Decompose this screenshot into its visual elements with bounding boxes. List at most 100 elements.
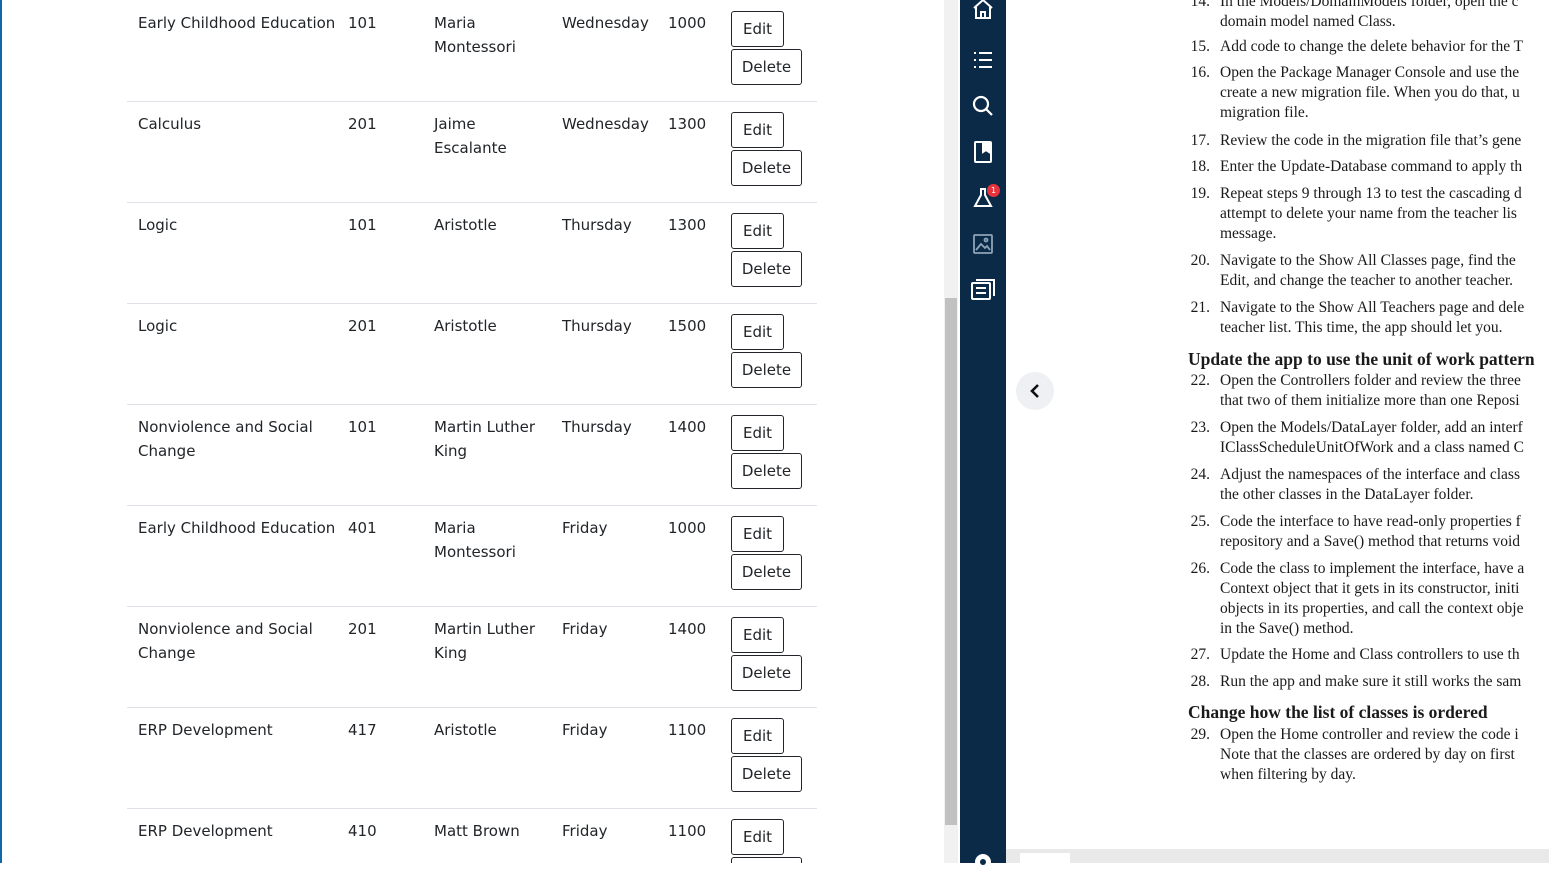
teacher-name-line: Martin Luther [434, 418, 536, 436]
bookmark-icon[interactable] [969, 138, 997, 166]
table-row: Calculus 201 Jaime Escalante Wednesday 1300 Ed… [127, 101, 817, 203]
class-name-line: Change [138, 442, 196, 460]
step-number: 29. [1190, 726, 1210, 743]
step-number: 18. [1190, 158, 1210, 175]
step-number: 26. [1190, 560, 1210, 577]
teacher-name: Martin Luther King [434, 617, 554, 665]
class-time: 1100 [668, 822, 707, 840]
table-row: ERP Development 417 Aristotle Friday 1100 Edi… [127, 707, 817, 809]
class-day: Friday [562, 721, 608, 739]
step-text: Adjust the namespaces of the interface a… [1220, 465, 1520, 505]
step-text-line: attempt to delete your name from the tea… [1220, 205, 1517, 222]
teacher-name-line: Escalante [434, 139, 507, 157]
delete-button[interactable]: Delete [731, 352, 802, 388]
class-name-line: Logic [138, 317, 178, 335]
delete-button[interactable]: Delete [731, 857, 802, 863]
image-icon[interactable] [969, 230, 997, 258]
edit-button[interactable]: Edit [731, 718, 784, 754]
previous-page-button[interactable] [1016, 372, 1054, 410]
class-day: Thursday [562, 216, 632, 234]
delete-button[interactable]: Delete [731, 150, 802, 186]
table-row: Early Childhood Education 401 Maria Montess… [127, 505, 817, 607]
search-icon[interactable] [969, 92, 997, 120]
scrollbar[interactable] [944, 0, 958, 863]
teacher-name-line: Aristotle [434, 216, 497, 234]
teacher-name-line: Martin Luther [434, 620, 536, 638]
step-text-line: Edit, and change the teacher to another … [1220, 272, 1514, 289]
table-row: ERP Development 410 Matt Brown Friday 1100 Ed… [127, 808, 817, 863]
class-day: Wednesday [562, 14, 649, 32]
teacher-name-line: Jaime [434, 115, 476, 133]
edit-button[interactable]: Edit [731, 819, 784, 855]
class-time: 1000 [668, 519, 707, 537]
settings-icon[interactable] [969, 848, 997, 876]
class-name: Nonviolence and Social Change [138, 617, 338, 665]
class-number: 201 [348, 115, 377, 133]
class-name: Nonviolence and Social Change [138, 415, 338, 463]
class-day: Thursday [562, 317, 632, 335]
teacher-name: Jaime Escalante [434, 112, 554, 160]
teacher-name: Martin Luther King [434, 415, 554, 463]
edit-button[interactable]: Edit [731, 415, 784, 451]
class-time: 1300 [668, 216, 707, 234]
edit-button[interactable]: Edit [731, 11, 784, 47]
edit-button[interactable]: Edit [731, 617, 784, 653]
edit-button[interactable]: Edit [731, 516, 784, 552]
step-text-line: Update the Home and Class controllers to… [1220, 646, 1520, 663]
delete-button[interactable]: Delete [731, 49, 802, 85]
step-text-line: create a new migration file. When you do… [1220, 84, 1520, 101]
teacher-name: Matt Brown [434, 819, 554, 843]
table-of-contents-icon[interactable] [969, 46, 997, 74]
class-name: Early Childhood Education [138, 516, 338, 540]
step-text-line: Open the Controllers folder and review t… [1220, 372, 1521, 389]
notes-icon[interactable] [969, 276, 997, 304]
step-number: 23. [1190, 419, 1210, 436]
teacher-name-line: Matt Brown [434, 822, 520, 840]
step-text-line: Review the code in the migration file th… [1220, 132, 1522, 149]
page-tab[interactable] [1020, 853, 1070, 863]
teacher-name-line: Maria [434, 14, 476, 32]
step-number: 22. [1190, 372, 1210, 389]
scroll-thumb[interactable] [945, 298, 957, 825]
step-text-line: Add code to change the delete behavior f… [1220, 38, 1524, 55]
window-edge [0, 0, 2, 863]
class-day: Friday [562, 822, 608, 840]
step-text-line: message. [1220, 225, 1277, 242]
class-name-line: Nonviolence and Social [138, 620, 313, 638]
step-text: Update the Home and Class controllers to… [1220, 645, 1520, 665]
class-time: 1300 [668, 115, 707, 133]
delete-button[interactable]: Delete [731, 453, 802, 489]
step-text-line: Code the class to implement the interfac… [1220, 560, 1525, 577]
class-time: 1000 [668, 14, 707, 32]
teacher-name-line: Aristotle [434, 721, 497, 739]
edit-button[interactable]: Edit [731, 112, 784, 148]
step-text: Code the interface to have read-only pro… [1220, 512, 1521, 552]
step-text: Navigate to the Show All Classes page, f… [1220, 251, 1516, 291]
step-text: Open the Home controller and review the … [1220, 725, 1519, 785]
delete-button[interactable]: Delete [731, 554, 802, 590]
step-number: 15. [1190, 38, 1210, 55]
delete-button[interactable]: Delete [731, 756, 802, 792]
class-name-line: Logic [138, 216, 178, 234]
delete-button[interactable]: Delete [731, 655, 802, 691]
class-number: 401 [348, 519, 377, 537]
teacher-name-line: Maria [434, 519, 476, 537]
step-number: 28. [1190, 673, 1210, 690]
step-text-line: teacher list. This time, the app should … [1220, 319, 1503, 336]
class-time: 1500 [668, 317, 707, 335]
class-name-line: Change [138, 644, 196, 662]
class-day: Thursday [562, 418, 632, 436]
step-number: 17. [1190, 132, 1210, 149]
edit-button[interactable]: Edit [731, 213, 784, 249]
section-heading: Change how the list of classes is ordere… [1188, 702, 1488, 722]
class-name-line: Early Childhood Education [138, 519, 336, 537]
class-time: 1400 [668, 620, 707, 638]
edit-button[interactable]: Edit [731, 314, 784, 350]
step-text-line: domain model named Class. [1220, 13, 1396, 30]
classes-pane: Early Childhood Education 101 Maria Montess… [0, 0, 944, 863]
reader-bottom-bar [1006, 849, 1549, 863]
step-text-line: Enter the Update-Database command to app… [1220, 158, 1523, 175]
class-name: ERP Development [138, 718, 338, 742]
home-icon[interactable] [969, 0, 997, 23]
delete-button[interactable]: Delete [731, 251, 802, 287]
